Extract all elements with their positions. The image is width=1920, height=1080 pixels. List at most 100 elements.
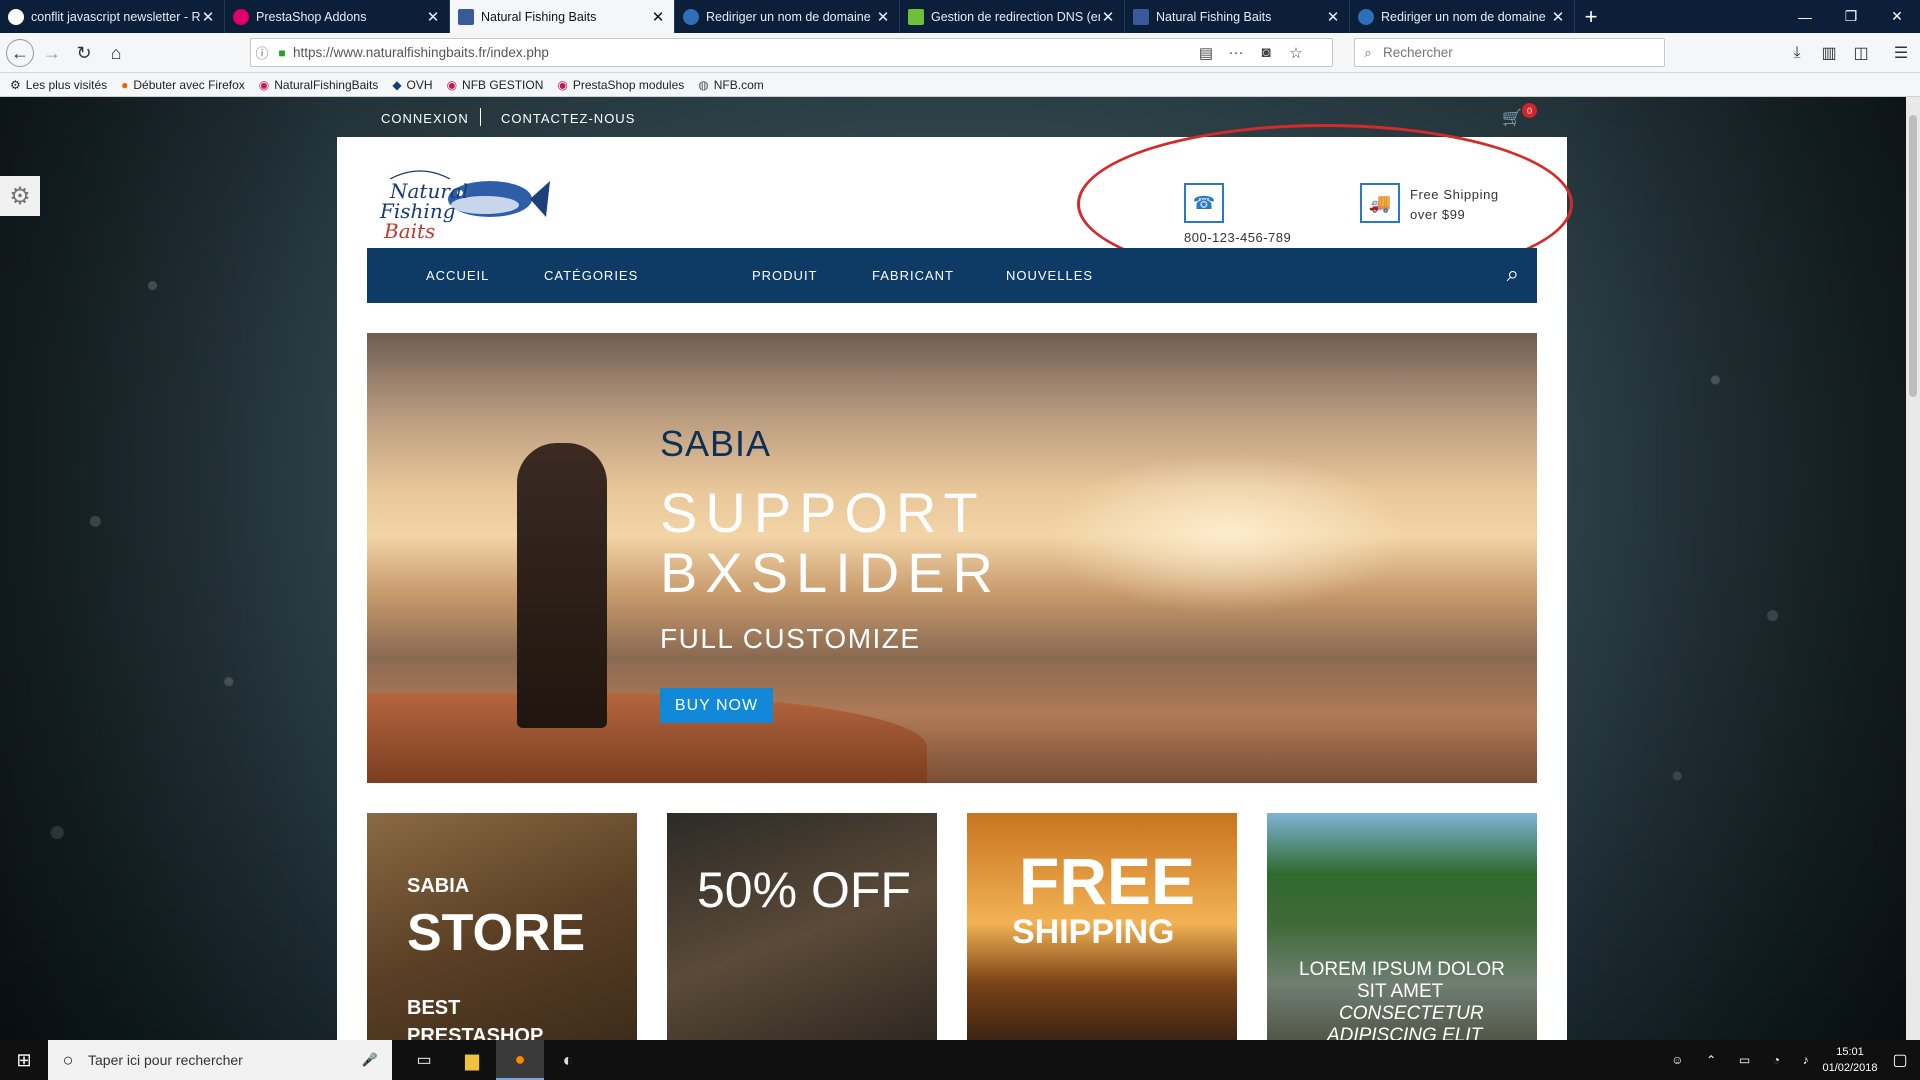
search-icon[interactable]: ⌕ (1507, 261, 1519, 287)
battery-icon[interactable]: ▭ (1739, 1053, 1750, 1067)
cart-icon[interactable]: 🛒 0 (1502, 103, 1537, 128)
prestashop-icon: ◉ (557, 77, 568, 92)
bookmark-label: NaturalFishingBaits (274, 77, 379, 92)
fisherman-figure (517, 443, 607, 728)
tab-4[interactable]: Rediriger un nom de domaine ✕ (675, 0, 900, 33)
scrollbar-thumb[interactable] (1909, 115, 1917, 397)
nav-item-categories[interactable]: CATÉGORIES (544, 268, 638, 283)
bookmark-item[interactable]: ◉ NaturalFishingBaits (259, 78, 379, 92)
file-explorer-icon[interactable]: ▆ (448, 1040, 496, 1080)
bookmark-label: Les plus visités (25, 77, 108, 92)
close-icon[interactable]: ✕ (1325, 8, 1341, 26)
banner-text: PRESTASHOP (407, 1025, 544, 1040)
close-icon[interactable]: ✕ (1550, 8, 1566, 26)
bookmark-item[interactable]: ◆ OVH (392, 78, 432, 92)
close-icon[interactable]: ✕ (875, 8, 891, 26)
banner-free-shipping[interactable]: FREE SHIPPING (967, 813, 1237, 1040)
settings-gear-icon[interactable]: ⚙ (0, 176, 40, 216)
prestashop-icon (233, 8, 249, 25)
tab-1[interactable]: conflit javascript newsletter - R ✕ (0, 0, 225, 33)
nav-item-fabricant[interactable]: FABRICANT (872, 268, 954, 283)
page-scrollbar[interactable] (1906, 97, 1920, 1040)
cortana-icon: ○ (62, 1049, 74, 1070)
clock[interactable]: 15:01 01/02/2018 (1815, 1044, 1885, 1076)
tab-2[interactable]: PrestaShop Addons ✕ (225, 0, 450, 33)
bookmark-item[interactable]: ◉ NFB GESTION (447, 78, 544, 92)
microphone-icon[interactable]: 🎤 (362, 1052, 378, 1068)
banner-lorem[interactable]: LOREM IPSUM DOLOR SIT AMET CONSECTETUR A… (1267, 813, 1537, 1040)
volume-icon[interactable]: ♪ (1803, 1053, 1809, 1067)
search-icon: ⌕ (1364, 44, 1372, 60)
library-icon[interactable]: ▥ (1814, 39, 1844, 67)
minimize-icon[interactable]: — (1782, 0, 1828, 33)
pocket-icon[interactable]: ◙ (1251, 44, 1281, 61)
cart-count-badge: 0 (1522, 103, 1537, 118)
back-icon[interactable]: ← (6, 39, 34, 67)
firefox-icon: ● (121, 77, 129, 92)
tab-bar: conflit javascript newsletter - R ✕ Pres… (0, 0, 1920, 33)
task-view-icon[interactable]: ▭ (400, 1040, 448, 1080)
close-icon[interactable]: ✕ (1100, 8, 1116, 26)
time: 15:01 (1836, 1046, 1864, 1058)
window-controls: — ❐ ✕ (1782, 0, 1920, 33)
reload-icon[interactable]: ↻ (70, 39, 98, 67)
chevron-up-icon[interactable]: ⌃ (1706, 1053, 1716, 1067)
nav-item-nouvelles[interactable]: NOUVELLES (1006, 268, 1093, 283)
info-icon[interactable]: ⓘ (251, 43, 273, 62)
bookmark-star-icon[interactable]: ☆ (1281, 44, 1311, 62)
hero-slider: SABIA SUPPORT BXSLIDER FULL CUSTOMIZE BU… (367, 333, 1537, 783)
site-logo[interactable]: Natural Fishing Baits (380, 167, 550, 245)
banner-text: STORE (407, 904, 586, 962)
tab-6[interactable]: Natural Fishing Baits ✕ (1125, 0, 1350, 33)
banner-text: SABIA (407, 875, 470, 897)
tab-title: PrestaShop Addons (256, 9, 367, 24)
close-icon[interactable]: ✕ (425, 8, 441, 26)
home-icon[interactable]: ⌂ (102, 39, 130, 67)
banner-store[interactable]: SABIA STORE BEST PRESTASHOP (367, 813, 637, 1040)
tab-5[interactable]: Gestion de redirection DNS (en ✕ (900, 0, 1125, 33)
date: 01/02/2018 (1822, 1062, 1878, 1074)
url-bar[interactable]: ⓘ ■ ▤ ··· ◙ ☆ (250, 38, 1333, 67)
bookmark-item[interactable]: ◉ PrestaShop modules (557, 78, 684, 92)
app-taskbar-icon[interactable]: ◐ (544, 1040, 592, 1080)
tab-title: Gestion de redirection DNS (en (931, 9, 1100, 24)
bookmark-item[interactable]: ● Débuter avec Firefox (121, 78, 245, 92)
nav-item-produit[interactable]: PRODUIT (752, 268, 818, 283)
bookmark-item[interactable]: ◍ NFB.com (698, 78, 764, 92)
people-icon[interactable]: ☺ (1671, 1053, 1683, 1067)
contact-link[interactable]: CONTACTEZ-NOUS (501, 111, 635, 126)
wifi-icon[interactable]: ◔ (1773, 1053, 1780, 1067)
prestashop-icon: ◉ (258, 77, 270, 92)
sunlight (1047, 453, 1407, 613)
download-icon[interactable]: ⤓ (1782, 39, 1812, 67)
taskbar-search[interactable]: ○ Taper ici pour rechercher 🎤 (48, 1040, 392, 1080)
tab-7[interactable]: Rediriger un nom de domaine ✕ (1350, 0, 1575, 33)
tab-3[interactable]: Natural Fishing Baits ✕ (450, 0, 675, 33)
close-icon[interactable]: ✕ (650, 8, 666, 26)
url-input[interactable] (291, 44, 1191, 61)
bookmark-item[interactable]: ⚙ Les plus visités (10, 78, 107, 92)
notifications-icon[interactable]: ▢ (1880, 1040, 1920, 1080)
page-actions-icon[interactable]: ··· (1221, 44, 1251, 61)
hero-subtitle: SABIA (660, 423, 772, 464)
close-window-icon[interactable]: ✕ (1874, 0, 1920, 33)
close-icon[interactable]: ✕ (200, 8, 216, 26)
banner-text: LOREM IPSUM DOLOR (1299, 959, 1505, 980)
restore-icon[interactable]: ❐ (1828, 0, 1874, 33)
forward-icon[interactable]: → (38, 39, 66, 67)
logo-text: Natural (390, 179, 469, 203)
tab-title: Natural Fishing Baits (481, 9, 597, 24)
banner-text: 50% OFF (697, 862, 911, 918)
firefox-taskbar-icon[interactable]: ● (496, 1040, 544, 1080)
search-input[interactable] (1381, 44, 1651, 61)
login-link[interactable]: CONNEXION (381, 111, 469, 126)
search-bar[interactable]: ⌕ (1354, 38, 1665, 67)
buy-now-button[interactable]: BUY NOW (660, 688, 773, 723)
banner-discount[interactable]: 50% OFF (667, 813, 937, 1040)
windows-start-icon[interactable]: ⊞ (0, 1040, 48, 1080)
reader-view-icon[interactable]: ▤ (1191, 44, 1221, 62)
menu-icon[interactable]: ☰ (1886, 39, 1916, 67)
sidebar-icon[interactable]: ◫ (1846, 39, 1876, 67)
new-tab-button[interactable]: + (1575, 0, 1607, 33)
nav-item-accueil[interactable]: ACCUEIL (426, 268, 489, 283)
